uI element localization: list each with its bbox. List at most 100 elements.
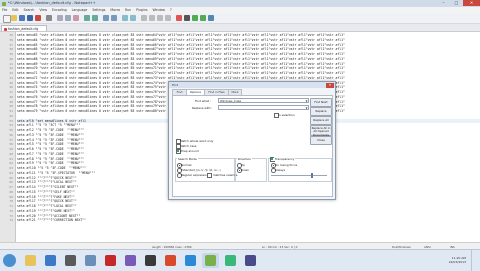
dialog-close-icon[interactable]: ✕ (326, 82, 334, 88)
find-icon[interactable] (103, 15, 109, 21)
menu-search[interactable]: Search (23, 8, 34, 12)
title-bar: *C:\Windows\...\fashion_default.cfg - No… (0, 0, 480, 7)
code-line[interactable]: seta afl21 ""^7""^7"CORRECTION NEXT"" (17, 218, 480, 222)
maximize-button[interactable]: □ (450, 0, 463, 6)
run-macro-multiple-icon[interactable] (200, 15, 206, 21)
line-number: 41 (9, 61, 13, 66)
menu-edit[interactable]: Edit (12, 8, 18, 12)
code-line[interactable]: seta afl19 ""^7""^7"GAME NEXT"" (17, 209, 480, 213)
replace-with-input[interactable]: ▼ (218, 105, 309, 110)
code-line[interactable]: seta afl18 ""^7""^7"LOCAL NEXT"" (17, 204, 480, 208)
start-button-icon[interactable] (3, 254, 16, 267)
task-app-4[interactable] (142, 253, 159, 268)
new-file-icon[interactable] (3, 15, 11, 23)
task-app-2[interactable] (82, 253, 99, 268)
menu-language[interactable]: Language (72, 8, 88, 12)
menu-window[interactable]: Window (152, 8, 165, 12)
find-next-button[interactable]: Find Next (310, 98, 332, 107)
copy-icon[interactable] (65, 15, 71, 21)
wrap-around-label: Wrap around (180, 148, 199, 153)
transparency-slider[interactable] (271, 175, 327, 176)
code-line[interactable]: seta menu65 "vstr afliken 0 vstr menu6li… (17, 43, 480, 47)
cut-icon[interactable] (57, 15, 63, 21)
task-app-6[interactable] (182, 253, 199, 268)
task-app-8[interactable] (242, 253, 259, 268)
menu-settings[interactable]: Settings (92, 8, 105, 12)
line-number: 38 (9, 47, 13, 52)
task-app-5[interactable] (162, 253, 179, 268)
line-number: 68 (9, 189, 13, 194)
record-macro-icon[interactable] (176, 15, 182, 21)
task-notepad-plus-plus[interactable] (202, 253, 219, 268)
menu-macro[interactable]: Macro (110, 8, 120, 12)
task-explorer[interactable] (22, 253, 39, 268)
task-app-3[interactable] (122, 253, 139, 268)
close-dialog-button[interactable]: Close (310, 136, 332, 145)
code-line[interactable]: seta menu63 "vstr afliken 0 vstr menu6li… (17, 33, 480, 37)
transparency-slider-thumb[interactable] (311, 173, 313, 178)
print-icon[interactable] (46, 15, 52, 21)
normal-mode-label: Normal (181, 162, 192, 167)
indent-guide-icon[interactable] (165, 15, 171, 21)
save-icon[interactable] (19, 15, 25, 21)
line-number: 49 (9, 99, 13, 104)
minimize-button[interactable]: – (437, 0, 450, 6)
open-folder-icon[interactable] (11, 15, 17, 21)
task-app-1[interactable] (62, 253, 79, 268)
save-macro-icon[interactable] (208, 15, 214, 21)
replace-button[interactable]: Replace (310, 107, 332, 116)
chevron-down-icon[interactable]: ▼ (306, 99, 308, 104)
code-line[interactable]: seta afl20 ""^7""^7"ACCOUNT NEXT"" (17, 214, 480, 218)
close-button[interactable]: ✕ (463, 0, 480, 6)
undo-icon[interactable] (84, 15, 90, 21)
menu-file[interactable]: File (2, 8, 7, 12)
replace-all-opened-button[interactable]: Replace All in All Opened Documents (310, 125, 332, 136)
menu-help[interactable]: ? (170, 8, 172, 12)
zoom-in-icon[interactable] (122, 15, 128, 21)
line-number: 71 (9, 204, 13, 208)
code-line[interactable]: seta menu69 "vstr afliken 0 vstr menu6li… (17, 62, 480, 66)
replace-icon[interactable] (111, 15, 117, 21)
zoom-out-icon[interactable] (130, 15, 136, 21)
menu-run[interactable]: Run (125, 8, 131, 12)
code-line[interactable]: seta menu71 "vstr afliken 0 vstr menu6li… (17, 71, 480, 75)
notepad-plus-plus-icon (205, 255, 216, 266)
chevron-down-icon[interactable]: ▼ (306, 106, 308, 111)
code-line[interactable]: seta menu72 "vstr afliken 0 vstr menu6li… (17, 76, 480, 80)
extended-mode-label: Extended (\n, \r, \t, \0, \x...) (181, 167, 221, 172)
replace-panel: Find what : Windows_Cube ▼ Replace with … (172, 95, 333, 197)
transparency-label: Transparency (274, 157, 296, 161)
task-acrobat[interactable] (102, 253, 119, 268)
word-wrap-icon[interactable] (149, 15, 155, 21)
redo-icon[interactable] (92, 15, 98, 21)
code-line[interactable]: seta menu68 "vstr afliken 0 vstr menu6li… (17, 57, 480, 61)
code-line[interactable]: seta menu67 "vstr afliken 0 vstr menu6li… (17, 52, 480, 56)
matches-newline-label: . matches newline (211, 172, 238, 177)
replace-all-button[interactable]: Replace All (310, 116, 332, 125)
menu-plugins[interactable]: Plugins (136, 8, 147, 12)
show-desktop-button[interactable] (471, 250, 480, 271)
match-whole-word-label: Match whole word only (180, 138, 214, 143)
play-macro-icon[interactable] (192, 15, 198, 21)
task-app-7[interactable] (222, 253, 239, 268)
stop-macro-icon[interactable] (184, 15, 190, 21)
system-clock[interactable]: 11:20 AM 24/03/2013 (449, 256, 466, 264)
menu-view[interactable]: View (39, 8, 47, 12)
code-line[interactable]: seta menu66 "vstr afliken 0 vstr menu6li… (17, 47, 480, 51)
code-line[interactable]: seta menu64 "vstr afliken 0 vstr menu6li… (17, 38, 480, 42)
paste-icon[interactable] (73, 15, 79, 21)
line-number: 47 (9, 90, 13, 94)
sync-scroll-icon[interactable] (141, 15, 147, 21)
find-what-input[interactable]: Windows_Cube ▼ (218, 98, 309, 103)
line-number: 57 (9, 137, 13, 142)
document-tab-bar: fashion_default.cfg (0, 24, 480, 32)
show-all-chars-icon[interactable] (157, 15, 163, 21)
save-all-icon[interactable] (27, 15, 33, 21)
menu-encoding[interactable]: Encoding (52, 8, 67, 12)
code-line[interactable]: seta menu70 "vstr afliken 0 vstr menu6li… (17, 66, 480, 70)
close-file-icon[interactable] (35, 15, 41, 21)
tab-fashion-default[interactable]: fashion_default.cfg (1, 25, 47, 31)
task-media[interactable] (42, 253, 59, 268)
app-icon (165, 255, 176, 266)
replace-with-label: Replace with : (192, 106, 213, 110)
